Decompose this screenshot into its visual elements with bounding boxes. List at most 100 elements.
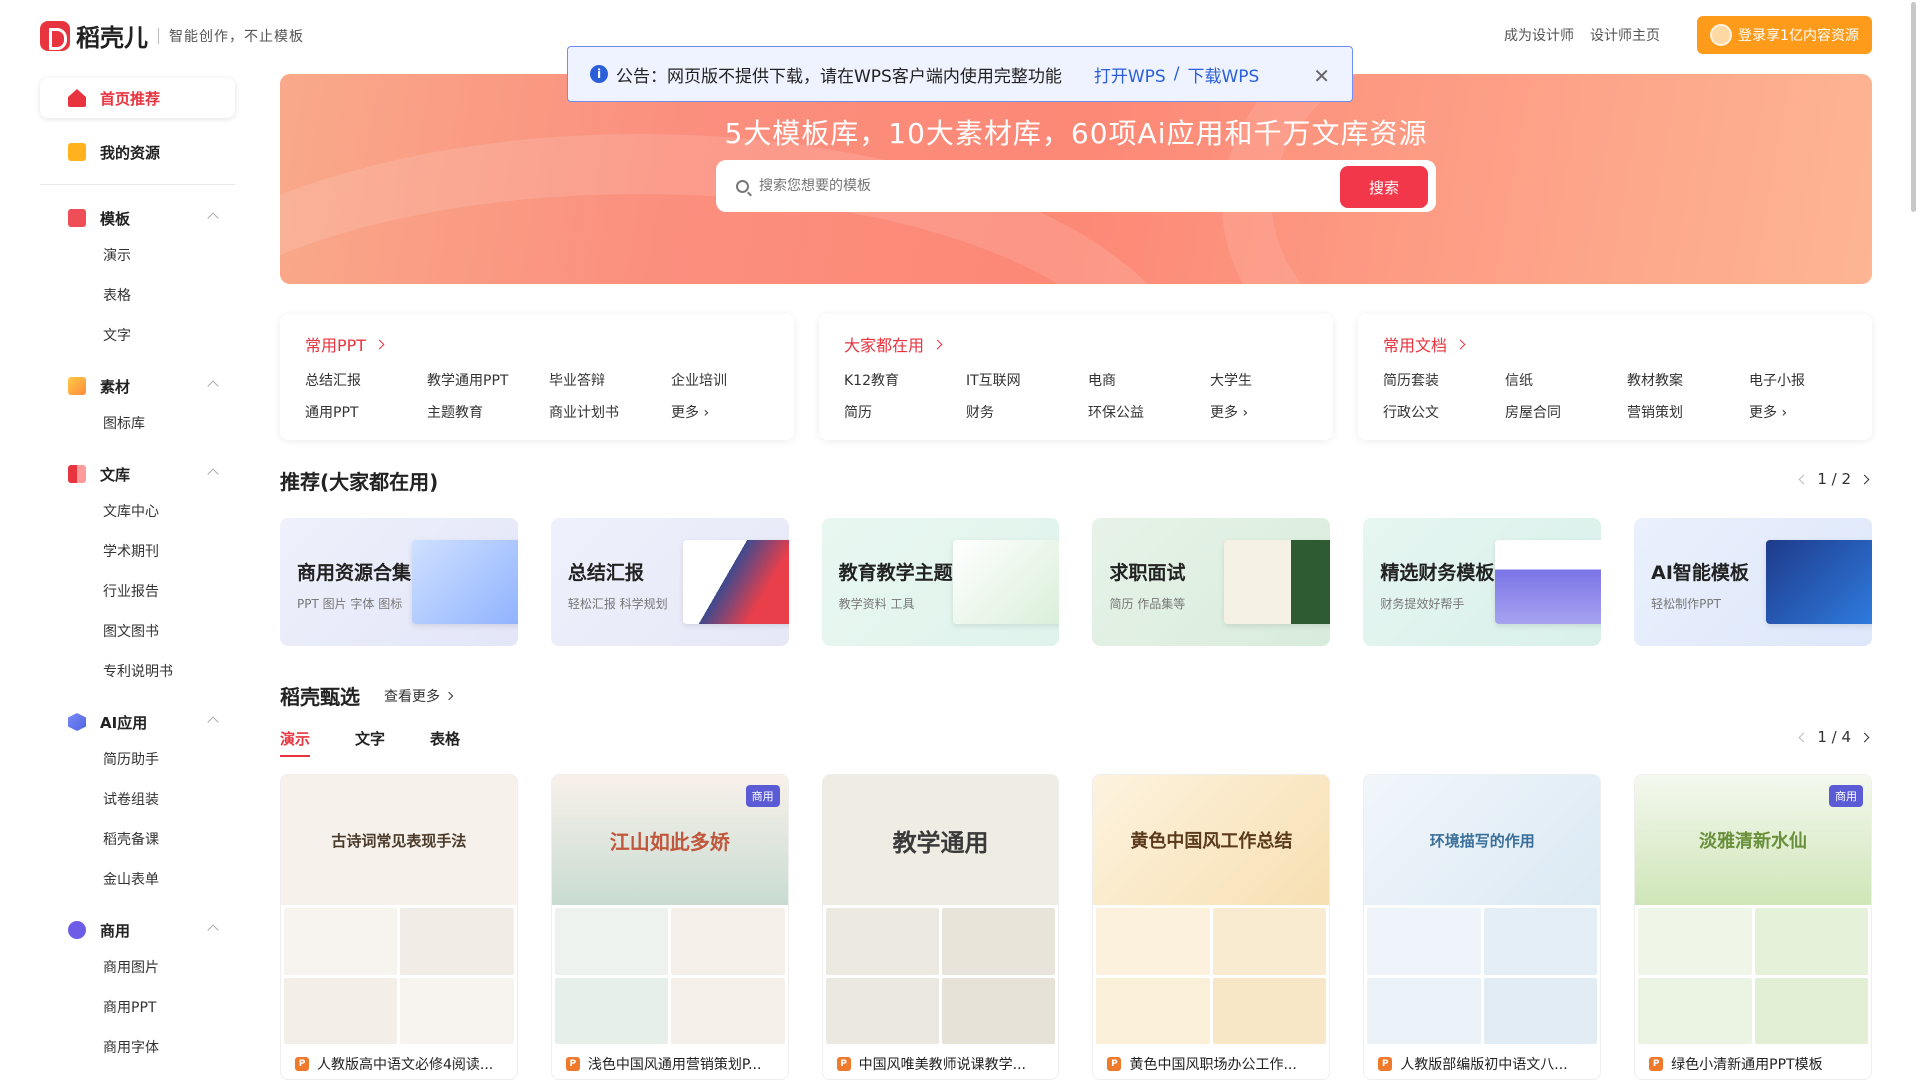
sidebar-item-slides[interactable]: 演示 xyxy=(40,235,235,275)
category-link[interactable]: 教学通用PPT xyxy=(427,370,549,390)
close-icon[interactable]: ✕ xyxy=(1313,64,1330,88)
chevron-left-icon[interactable] xyxy=(1798,474,1809,484)
tab-slides[interactable]: 演示 xyxy=(280,728,311,757)
sidebar-item-sheets[interactable]: 表格 xyxy=(40,275,235,315)
sidebar-item-exam[interactable]: 试卷组装 xyxy=(40,779,235,819)
chevron-right-icon xyxy=(374,339,385,349)
sidebar-group-commercial: 商用 商用图片 商用PPT 商用字体 xyxy=(40,913,235,1067)
category-title[interactable]: 大家都在用 xyxy=(844,332,1308,356)
download-wps-link[interactable]: 下载WPS xyxy=(1187,62,1259,87)
chevron-right-icon[interactable] xyxy=(1859,732,1870,742)
template-card[interactable]: 淡雅清新水仙 商用 P 绿色小清新通用PPT模板 xyxy=(1634,774,1872,1080)
sidebar-item-journals[interactable]: 学术期刊 xyxy=(40,531,235,571)
sidebar-item-reports[interactable]: 行业报告 xyxy=(40,571,235,611)
sidebar-group-title[interactable]: 模板 xyxy=(40,201,235,235)
template-thumbnail: 环境描写的作用 xyxy=(1364,775,1601,1047)
chevron-up-icon[interactable] xyxy=(207,468,219,480)
folder-icon xyxy=(68,143,86,161)
designer-home-link[interactable]: 设计师主页 xyxy=(1590,25,1660,45)
category-link[interactable]: 简历 xyxy=(844,402,966,422)
sidebar-item-lesson[interactable]: 稻壳备课 xyxy=(40,819,235,859)
category-link[interactable]: K12教育 xyxy=(844,370,966,390)
login-button[interactable]: 登录享1亿内容资源 xyxy=(1697,16,1872,54)
template-card[interactable]: 环境描写的作用 P 人教版部编版初中语文八... xyxy=(1363,774,1602,1080)
sidebar-item-docs[interactable]: 文字 xyxy=(40,315,235,355)
open-wps-link[interactable]: 打开WPS xyxy=(1094,62,1166,87)
sidebar-group-title[interactable]: 商用 xyxy=(40,913,235,947)
library-icon xyxy=(68,465,86,483)
category-link[interactable]: 大学生 xyxy=(1210,370,1332,390)
category-link[interactable]: 信纸 xyxy=(1505,370,1627,390)
tab-sheets[interactable]: 表格 xyxy=(430,728,460,749)
template-thumbnail: 黄色中国风工作总结 xyxy=(1093,775,1330,1047)
category-link[interactable]: 企业培训 xyxy=(671,370,793,390)
category-link[interactable]: 电商 xyxy=(1088,370,1210,390)
sidebar-item-resources[interactable]: 我的资源 xyxy=(40,132,235,172)
become-designer-link[interactable]: 成为设计师 xyxy=(1504,25,1574,45)
chevron-right-icon[interactable] xyxy=(1859,474,1870,484)
search-button[interactable]: 搜索 xyxy=(1340,166,1428,208)
category-link[interactable]: 毕业答辩 xyxy=(549,370,671,390)
sidebar-item-home[interactable]: 首页推荐 xyxy=(40,78,235,118)
category-link[interactable]: IT互联网 xyxy=(966,370,1088,390)
material-icon xyxy=(68,377,86,395)
recommend-cards: 商用资源合集 PPT 图片 字体 图标 总结汇报 轻松汇报 科学规划 教育教学主… xyxy=(280,518,1872,646)
template-card[interactable]: 江山如此多娇 商用 P 浅色中国风通用营销策划P... xyxy=(550,774,789,1080)
sidebar-item-patents[interactable]: 专利说明书 xyxy=(40,651,235,691)
thumbnail-cover-text: 古诗词常见表现手法 xyxy=(281,775,517,905)
category-link[interactable]: 教材教案 xyxy=(1627,370,1749,390)
category-more-link[interactable]: 更多 › xyxy=(1749,402,1871,422)
category-link[interactable]: 主题教育 xyxy=(427,402,549,422)
logo[interactable]: 稻壳儿 智能创作，不止模板 xyxy=(40,18,304,53)
tab-docs[interactable]: 文字 xyxy=(355,728,385,749)
sidebar-item-icons[interactable]: 图标库 xyxy=(40,403,235,443)
sidebar-group-title[interactable]: 素材 xyxy=(40,369,235,403)
category-link[interactable]: 通用PPT xyxy=(305,402,427,422)
chevron-left-icon[interactable] xyxy=(1798,732,1809,742)
sidebar-item-commercial-images[interactable]: 商用图片 xyxy=(40,947,235,987)
card-illustration xyxy=(682,540,789,624)
template-card[interactable]: 古诗词常见表现手法 P 人教版高中语文必修4阅读... xyxy=(280,774,518,1080)
recommend-card[interactable]: 精选财务模板 财务提效好帮手 xyxy=(1363,518,1602,646)
category-title[interactable]: 常用文档 xyxy=(1383,332,1847,356)
recommend-card[interactable]: 总结汇报 轻松汇报 科学规划 xyxy=(550,518,789,646)
template-card[interactable]: 黄色中国风工作总结 P 黄色中国风职场办公工作... xyxy=(1092,774,1331,1080)
chevron-up-icon[interactable] xyxy=(207,212,219,224)
chevron-up-icon[interactable] xyxy=(207,716,219,728)
category-link[interactable]: 营销策划 xyxy=(1627,402,1749,422)
category-link[interactable]: 行政公文 xyxy=(1383,402,1505,422)
category-link[interactable]: 财务 xyxy=(966,402,1088,422)
category-more-link[interactable]: 更多 › xyxy=(1210,402,1332,422)
sidebar-group-title[interactable]: AI应用 xyxy=(40,705,235,739)
chevron-up-icon[interactable] xyxy=(207,380,219,392)
sidebar-item-resume[interactable]: 简历助手 xyxy=(40,739,235,779)
view-more-link[interactable]: 查看更多 xyxy=(384,686,454,706)
sidebar-group-title[interactable]: 文库 xyxy=(40,457,235,491)
sidebar-item-books[interactable]: 图文图书 xyxy=(40,611,235,651)
recommend-card[interactable]: 商用资源合集 PPT 图片 字体 图标 xyxy=(280,518,518,646)
sidebar-item-forms[interactable]: 金山表单 xyxy=(40,859,235,899)
ppt-icon: P xyxy=(836,1057,851,1071)
category-link[interactable]: 电子小报 xyxy=(1749,370,1871,390)
header-links: 成为设计师 设计师主页 xyxy=(1504,25,1660,45)
category-link[interactable]: 房屋合同 xyxy=(1505,402,1627,422)
page-scrollbar[interactable] xyxy=(1911,2,1916,212)
category-link[interactable]: 总结汇报 xyxy=(305,370,427,390)
search-input[interactable] xyxy=(759,178,1319,194)
ppt-icon: P xyxy=(1649,1057,1664,1071)
category-link[interactable]: 商业计划书 xyxy=(549,402,671,422)
category-link[interactable]: 简历套装 xyxy=(1383,370,1505,390)
sidebar-item-commercial-fonts[interactable]: 商用字体 xyxy=(40,1027,235,1067)
recommend-card[interactable]: 教育教学主题 教学资料 工具 xyxy=(821,518,1060,646)
chevron-up-icon[interactable] xyxy=(207,924,219,936)
template-card[interactable]: 教学通用 P 中国风唯美教师说课教学... xyxy=(821,774,1060,1080)
sidebar-item-library-center[interactable]: 文库中心 xyxy=(40,491,235,531)
category-title[interactable]: 常用PPT xyxy=(305,332,769,356)
category-more-link[interactable]: 更多 › xyxy=(671,402,793,422)
thumbnail-cover-text: 环境描写的作用 xyxy=(1364,775,1601,905)
recommend-card[interactable]: AI智能模板 轻松制作PPT xyxy=(1634,518,1872,646)
category-link[interactable]: 环保公益 xyxy=(1088,402,1210,422)
recommend-card[interactable]: 求职面试 简历 作品集等 xyxy=(1092,518,1331,646)
logo-slogan: 智能创作，不止模板 xyxy=(169,28,304,45)
sidebar-item-commercial-ppt[interactable]: 商用PPT xyxy=(40,987,235,1027)
